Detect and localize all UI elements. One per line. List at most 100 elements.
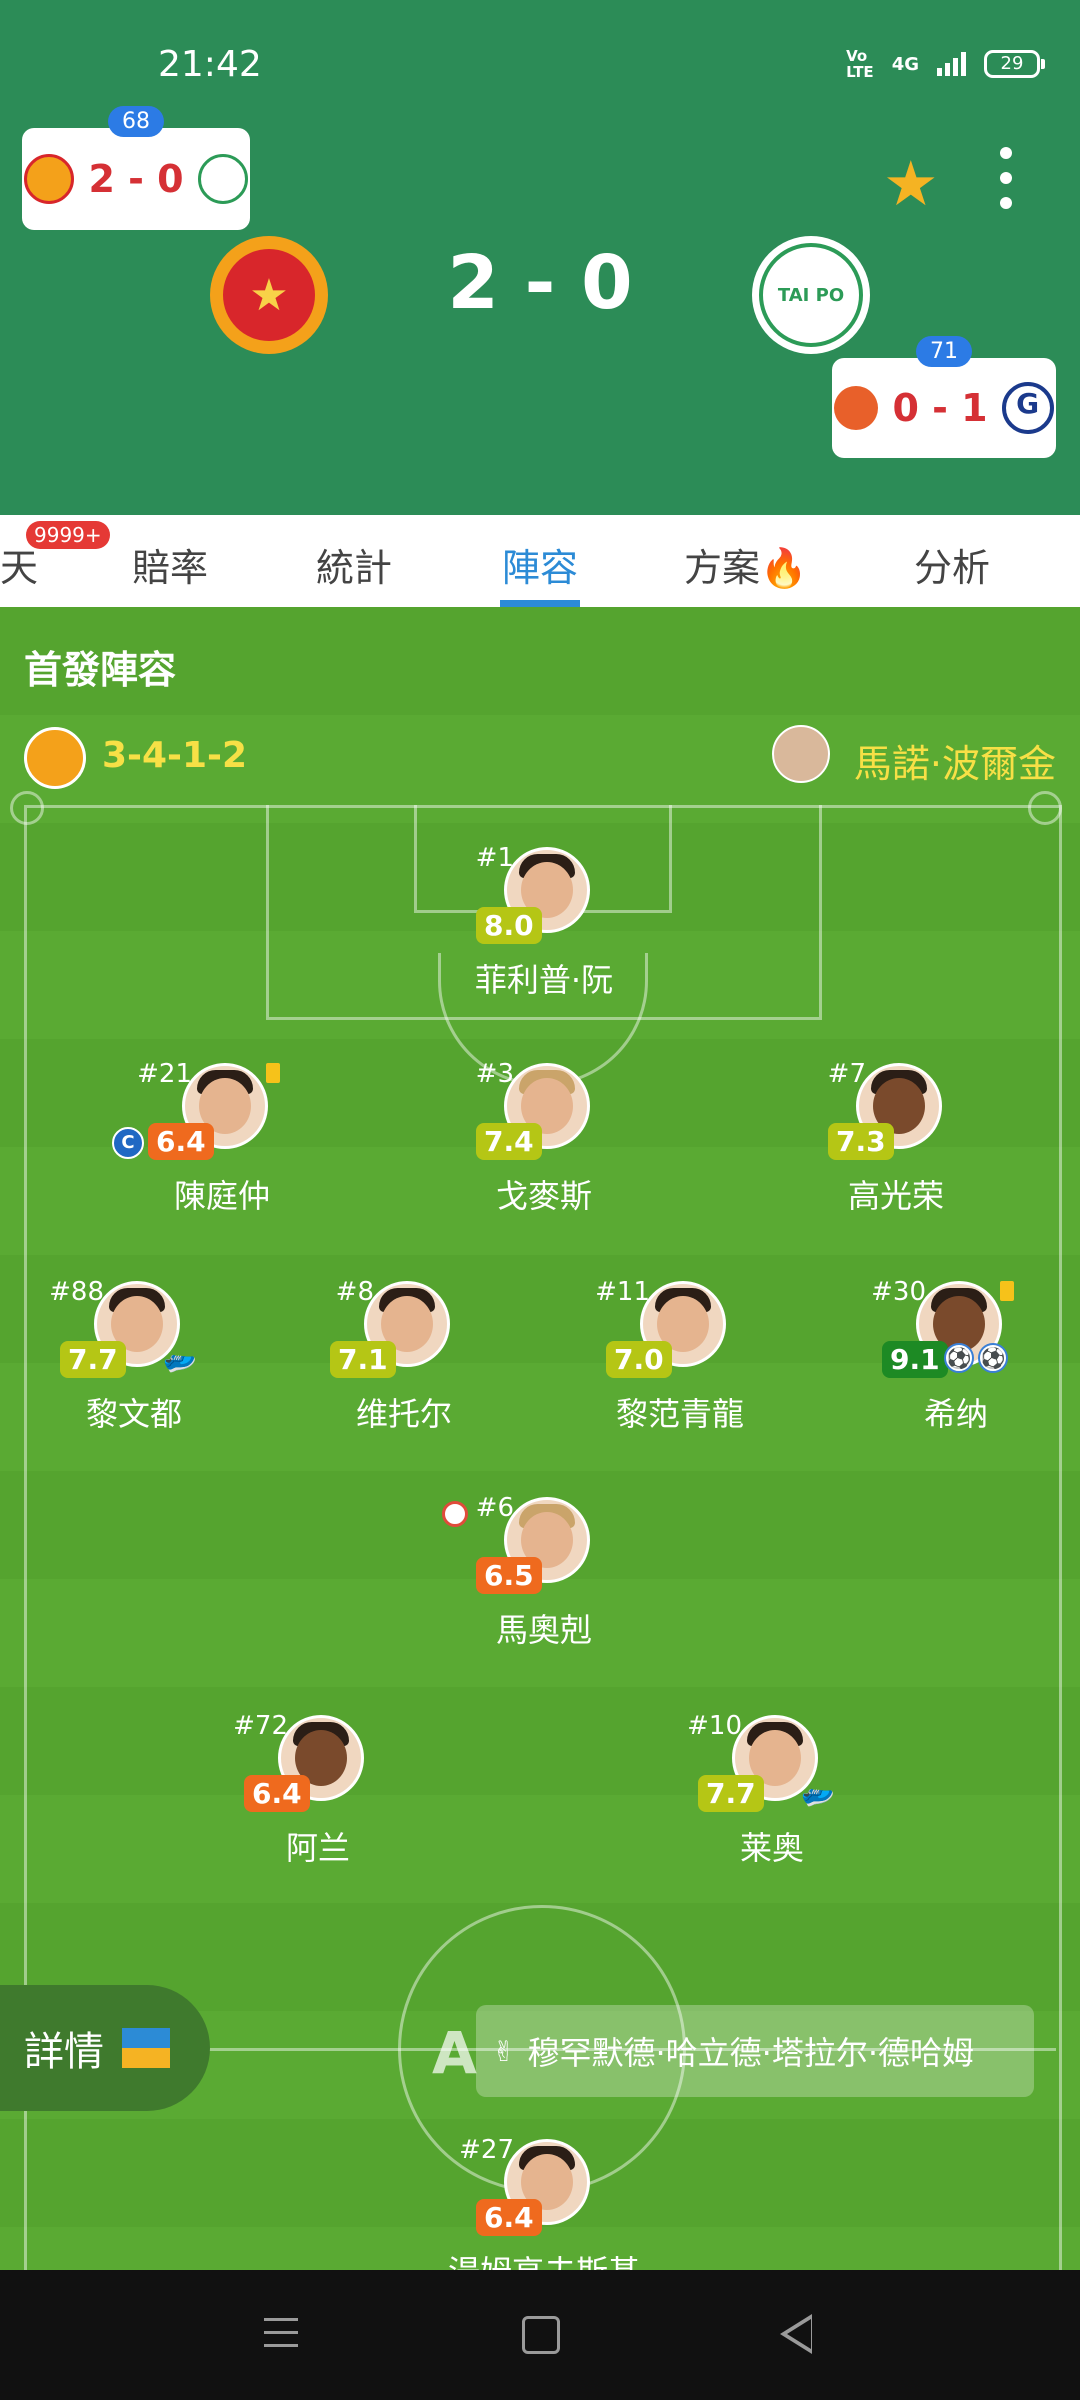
player-card[interactable]: #8 7.1 维托尔 <box>294 1277 514 1441</box>
away-crest-small <box>197 154 248 204</box>
player-name: 希纳 <box>923 1395 988 1433</box>
yellow-card-icon <box>266 1063 280 1083</box>
recent-apps-icon[interactable] <box>264 2318 298 2357</box>
match-header: 21:42 Vo LTE 4G 29 68 2 - 0 ★ ★ 2 - 0 TAI… <box>0 0 1080 515</box>
lineup-pitch: 首發陣容 3-4-1-2 馬諾·波爾金 #1 8.0 菲利普·阮 #21 C 6… <box>0 607 1080 2270</box>
tab-plans[interactable]: 方案🔥 <box>684 537 807 592</box>
fire-icon: 🔥 <box>760 546 808 590</box>
player-rating: 7.4 <box>476 1123 542 1160</box>
player-card[interactable]: #1 8.0 菲利普·阮 <box>434 843 654 1007</box>
goal-ball-icon: ⚽ <box>978 1343 1008 1373</box>
tab-bar: 天 賠率 統計 陣容 方案🔥 分析 <box>0 515 1080 607</box>
player-number: #30 <box>871 1277 926 1307</box>
flag-icon <box>122 2028 170 2068</box>
battery-icon: 29 <box>984 50 1045 78</box>
player-rating: 8.0 <box>476 907 542 944</box>
player-card[interactable]: #21 C 6.4 陳庭仲 <box>112 1059 332 1223</box>
player-rating: 6.4 <box>148 1123 214 1160</box>
home-icon[interactable] <box>522 2316 560 2354</box>
player-card[interactable]: #72 6.4 阿兰 <box>208 1711 428 1875</box>
back-icon[interactable] <box>780 2314 812 2354</box>
captain-icon: C <box>112 1127 144 1159</box>
main-score: 2 - 0 <box>447 240 633 326</box>
tab-odds[interactable]: 賠率 <box>132 537 208 592</box>
player-number: #8 <box>335 1277 374 1307</box>
player-card[interactable]: 👟 #10 7.7 莱奥 <box>662 1711 882 1875</box>
home-crest-small <box>24 154 75 204</box>
player-name: 高光荣 <box>847 1177 944 1215</box>
yellow-card-icon <box>1000 1281 1014 1301</box>
corner-arc-left <box>10 791 44 825</box>
player-number: #11 <box>595 1277 650 1307</box>
player-rating: 6.4 <box>244 1775 310 1812</box>
match-minute: 68 <box>108 106 164 137</box>
player-number: #72 <box>233 1711 288 1741</box>
player-rating: 6.4 <box>476 2199 542 2236</box>
details-button[interactable]: 詳情 <box>0 1985 210 2111</box>
player-name: 黎范青龍 <box>615 1395 744 1433</box>
player-card[interactable]: #7 7.3 高光荣 <box>786 1059 1006 1223</box>
player-card[interactable]: #27 6.4 湯姆高夫斯基 <box>434 2135 654 2270</box>
player-name: 湯姆高夫斯基 <box>434 2247 654 2270</box>
volte-icon: Vo LTE <box>846 47 874 81</box>
tab-lineup[interactable]: 陣容 <box>502 537 578 592</box>
player-number: #10 <box>687 1711 742 1741</box>
more-options-icon[interactable] <box>1000 147 1014 222</box>
status-icons: Vo LTE 4G 29 <box>846 47 1045 81</box>
system-nav-bar <box>0 2270 1080 2400</box>
player-rating: 7.1 <box>330 1341 396 1378</box>
player-name: 戈麥斯 <box>495 1177 592 1215</box>
player-number: #21 <box>137 1059 192 1089</box>
chat-count-badge: 9999+ <box>26 521 110 549</box>
signal-icon <box>937 52 966 76</box>
details-label: 詳情 <box>24 2029 104 2075</box>
whistle-icon: ✌ <box>492 2034 516 2068</box>
player-number: #27 <box>459 2135 514 2165</box>
pinned-score: 2 - 0 <box>88 157 184 201</box>
player-card[interactable]: #30 9.1 ⚽ ⚽ 希纳 <box>846 1277 1066 1441</box>
other-home-crest <box>834 386 879 430</box>
player-name: 菲利普·阮 <box>474 961 614 999</box>
other-match-minute: 71 <box>916 336 972 367</box>
goal-ball-icon: ⚽ <box>944 1343 974 1373</box>
player-card[interactable]: #6 6.5 馬奧剋 <box>434 1493 654 1657</box>
player-number: #7 <box>827 1059 866 1089</box>
player-name: 黎文都 <box>85 1395 182 1433</box>
away-team-crest[interactable]: TAI PO <box>752 236 870 354</box>
tab-stats[interactable]: 統計 <box>316 537 392 592</box>
player-name: 莱奥 <box>739 1829 804 1867</box>
other-score: 0 - 1 <box>892 386 988 430</box>
player-rating: 7.0 <box>606 1341 672 1378</box>
half-label: A <box>432 2019 477 2087</box>
pinned-match-card[interactable]: 68 2 - 0 <box>22 106 250 230</box>
player-number: #3 <box>475 1059 514 1089</box>
player-name: 维托尔 <box>355 1395 452 1433</box>
corner-arc-right <box>1028 791 1062 825</box>
player-number: #1 <box>475 843 514 873</box>
coach-avatar[interactable] <box>772 725 830 783</box>
status-time: 21:42 <box>158 44 262 85</box>
player-name: 陳庭仲 <box>173 1177 270 1215</box>
team-crest-icon <box>24 727 86 789</box>
player-card[interactable]: 👟 #88 7.7 黎文都 <box>24 1277 244 1441</box>
player-card[interactable]: #3 7.4 戈麥斯 <box>434 1059 654 1223</box>
network-label: 4G <box>891 53 919 75</box>
referee-box: ✌ 穆罕默德·哈立德·塔拉尔·德哈姆 <box>476 2005 1034 2097</box>
player-card[interactable]: #11 7.0 黎范青龍 <box>570 1277 790 1441</box>
player-rating: 7.7 <box>698 1775 764 1812</box>
player-rating: 6.5 <box>476 1557 542 1594</box>
player-number: #6 <box>475 1493 514 1523</box>
player-rating: 7.7 <box>60 1341 126 1378</box>
player-name: 馬奧剋 <box>495 1611 592 1649</box>
favorite-star-icon[interactable]: ★ <box>883 147 939 220</box>
formation-label: 3-4-1-2 <box>102 735 248 776</box>
tab-plans-label: 方案 <box>684 546 761 590</box>
tab-analysis[interactable]: 分析 <box>914 537 990 592</box>
player-number: #88 <box>49 1277 104 1307</box>
player-rating: 7.3 <box>828 1123 894 1160</box>
player-name: 阿兰 <box>285 1829 350 1867</box>
referee-name: 穆罕默德·哈立德·塔拉尔·德哈姆 <box>527 2034 974 2072</box>
section-title: 首發陣容 <box>24 648 177 692</box>
other-match-card[interactable]: 71 0 - 1 G <box>832 336 1056 458</box>
coach-name[interactable]: 馬諾·波爾金 <box>854 733 1056 788</box>
